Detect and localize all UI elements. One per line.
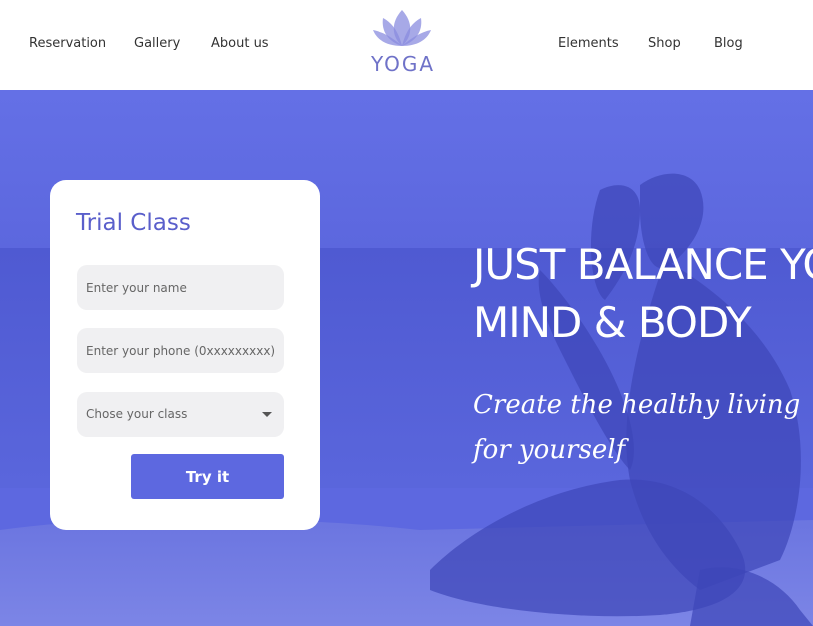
hero-section: Trial Class Chose your class Try it JUST… <box>0 90 813 626</box>
nav-shop[interactable]: Shop <box>648 36 681 51</box>
nav-about-us[interactable]: About us <box>211 36 269 51</box>
class-select-label: Chose your class <box>86 407 188 421</box>
try-it-button[interactable]: Try it <box>131 454 284 499</box>
hero-tagline-line1: Create the healthy living <box>473 390 801 420</box>
logo-text: YOGA <box>371 52 436 76</box>
hero-headline-line2: MIND & BODY <box>473 298 752 347</box>
trial-class-card: Trial Class Chose your class Try it <box>50 180 320 530</box>
site-header: Reservation Gallery About us YOGA Elemen… <box>0 0 813 90</box>
hero-headline-line1: JUST BALANCE YOUR <box>473 240 813 289</box>
nav-reservation[interactable]: Reservation <box>29 36 106 51</box>
nav-elements[interactable]: Elements <box>558 36 619 51</box>
hero-tagline-line2: for yourself <box>473 435 626 465</box>
chevron-down-icon <box>262 412 272 417</box>
phone-input[interactable] <box>77 328 284 373</box>
name-input[interactable] <box>77 265 284 310</box>
nav-gallery[interactable]: Gallery <box>134 36 180 51</box>
class-select[interactable]: Chose your class <box>77 392 284 437</box>
lotus-icon <box>373 10 431 46</box>
logo[interactable]: YOGA <box>367 8 437 78</box>
nav-blog[interactable]: Blog <box>714 36 743 51</box>
trial-class-title: Trial Class <box>76 210 191 236</box>
